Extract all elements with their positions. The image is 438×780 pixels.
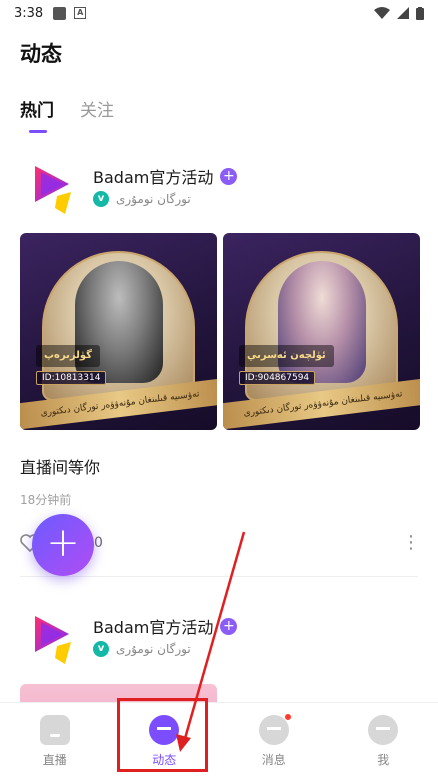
signal-icon [397,7,409,19]
badam-logo-icon[interactable] [27,162,77,216]
post-header: Badam官方活动 + v تورگان نومۇرى [0,148,438,228]
post-card: Badam官方活动 + v تورگان نومۇرى [0,598,438,702]
more-options-icon[interactable]: ⋮ [402,534,420,552]
post-divider [20,576,418,577]
battery-icon [416,6,424,20]
annotation-highlight-box [117,698,208,772]
verified-v-icon: v [93,191,109,207]
post-subtitle-text: تورگان نومۇرى [116,642,191,656]
create-post-button[interactable]: + [32,514,94,576]
post-time: 18分钟前 [20,493,72,507]
nav-label: 消息 [261,753,286,767]
post-subtitle: v تورگان نومۇرى [93,641,191,657]
follow-plus-icon[interactable]: + [220,167,238,185]
nav-item-me[interactable]: 我 [329,703,438,780]
post-header: Badam官方活动 + v تورگان نومۇرى [0,598,438,678]
wifi-icon [374,7,390,19]
post-subtitle-text: تورگان نومۇرى [116,192,191,206]
post-card: Badam官方活动 + v تورگان نومۇرى گۈلزىرەپ ID:… [0,148,438,577]
live-house-icon [39,715,70,745]
verified-v-icon: v [93,641,109,657]
nav-label: 我 [377,753,390,767]
notification-square-icon [53,6,67,20]
comment-count: 0 [94,535,103,551]
profile-face-icon [368,715,399,745]
feed-tabs: 热门 关注 [20,96,114,133]
status-time: 3:38 [14,5,44,21]
follow-plus-icon[interactable]: + [220,617,238,635]
post-author-name: Badam官方活动 [93,168,214,187]
post-caption: 直播间等你 [20,458,101,477]
badam-logo-icon[interactable] [27,612,77,666]
tab-hot[interactable]: 热门 [20,96,54,133]
post-image-grid: گۈلزىرەپ ID:10813314 تەۋسىيە قىلىنغان مۇ… [20,233,420,430]
feed-list[interactable]: Badam官方活动 + v تورگان نومۇرى گۈلزىرەپ ID:… [0,148,438,702]
unread-badge [283,713,292,721]
post-image-card[interactable]: گۈلزىرەپ ID:10813314 تەۋسىيە قىلىنغان مۇ… [20,233,217,430]
card-host-name: گۈلزىرەپ [36,345,100,367]
nav-item-messages[interactable]: 消息 [219,703,329,780]
post-author[interactable]: Badam官方活动 + [93,614,238,638]
notification-letter-icon: A [74,7,87,19]
nav-item-live[interactable]: 直播 [0,703,110,780]
status-bar: 3:38 A [0,0,438,26]
card-host-name: ئۈلچەن ئەسرىي [239,345,334,367]
card-host-id: ID:10813314 [36,371,107,385]
post-subtitle: v تورگان نومۇرى [93,191,191,207]
page-title: 动态 [20,42,62,66]
post-image-card[interactable]: ئۈلچەن ئەسرىي ID:904867594 تەۋسىيە قىلىن… [223,233,420,430]
bottom-nav: 直播 动态 消息 我 [0,702,438,780]
tab-following[interactable]: 关注 [80,96,114,133]
post-author[interactable]: Badam官方活动 + [93,164,238,188]
nav-label: 直播 [42,753,67,767]
card-host-id: ID:904867594 [239,371,316,385]
post-author-name: Badam官方活动 [93,618,214,637]
